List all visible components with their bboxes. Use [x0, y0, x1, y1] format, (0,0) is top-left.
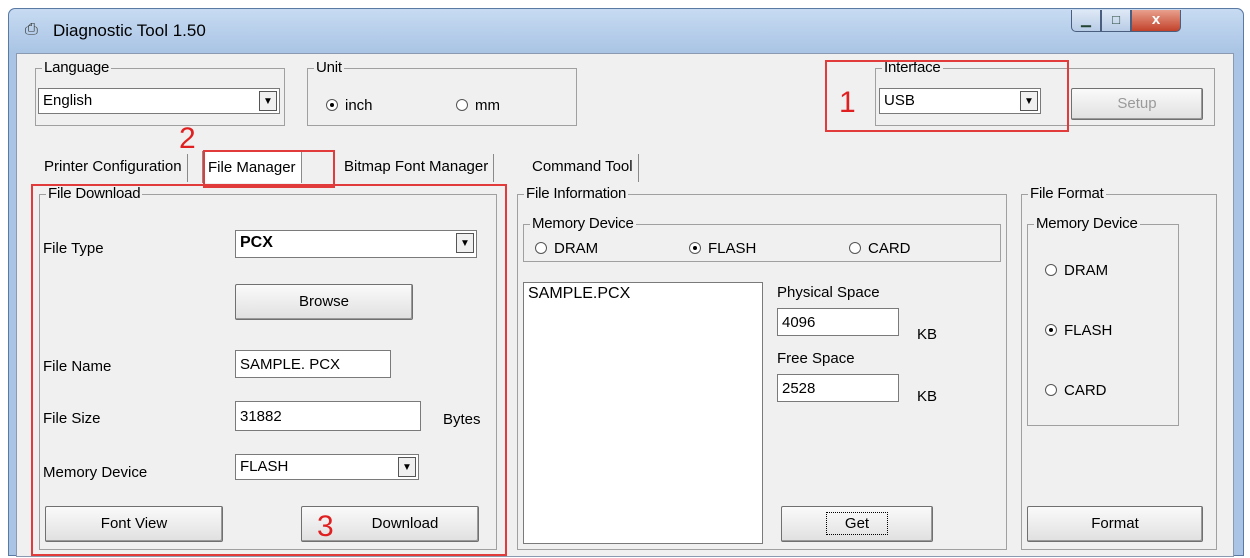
file-format-radio-card[interactable]: CARD: [1045, 382, 1107, 400]
annotation-number-2: 2: [179, 122, 196, 155]
physical-space-input[interactable]: [778, 309, 898, 335]
radio-unselected-icon: [535, 242, 547, 254]
minimize-button[interactable]: ▁: [1071, 10, 1101, 32]
file-info-memory-device-label: Memory Device: [530, 215, 636, 232]
radio-unselected-icon: [849, 242, 861, 254]
file-format-radio-flash[interactable]: FLASH: [1045, 322, 1112, 340]
app-window: ⎙ Diagnostic Tool 1.50 ▁ □ x Language En…: [8, 8, 1244, 557]
tab-bitmap-font-manager[interactable]: Bitmap Font Manager: [339, 154, 495, 182]
annotation-number-3: 3: [317, 510, 334, 543]
unit-label: Unit: [314, 59, 344, 76]
physical-space-kb-label: KB: [917, 326, 938, 343]
language-label: Language: [42, 59, 112, 76]
printer-icon: ⎙: [25, 21, 38, 38]
tab-printer-configuration[interactable]: Printer Configuration: [39, 154, 188, 182]
file-format-option-dram: DRAM: [1064, 262, 1109, 279]
radio-selected-icon: [689, 242, 701, 254]
get-label: Get: [825, 512, 889, 535]
file-format-memory-device-label: Memory Device: [1034, 215, 1140, 232]
annotation-box-file-download: [31, 184, 507, 556]
file-format-label: File Format: [1028, 185, 1106, 202]
radio-unselected-icon: [456, 99, 468, 111]
file-format-option-flash: FLASH: [1064, 322, 1113, 339]
unit-option-mm: mm: [475, 97, 500, 114]
annotation-box-interface: [825, 60, 1069, 132]
close-icon: x: [1151, 11, 1161, 28]
file-info-option-flash: FLASH: [708, 240, 757, 257]
radio-unselected-icon: [1045, 384, 1057, 396]
chevron-down-icon[interactable]: ▼: [259, 91, 277, 111]
language-value: English: [43, 92, 93, 109]
window-title: Diagnostic Tool 1.50: [53, 21, 206, 40]
annotation-box-file-manager-tab: [203, 150, 335, 188]
physical-space-field[interactable]: [777, 308, 899, 336]
format-button[interactable]: Format: [1027, 506, 1203, 542]
maximize-button[interactable]: □: [1101, 10, 1131, 32]
close-button[interactable]: x: [1131, 10, 1181, 32]
file-info-option-card: CARD: [868, 240, 911, 257]
list-item[interactable]: SAMPLE.PCX: [528, 285, 630, 303]
file-format-option-card: CARD: [1064, 382, 1107, 399]
file-information-label: File Information: [524, 185, 629, 202]
setup-button[interactable]: Setup: [1071, 88, 1203, 120]
client-area: Language English ▼ Unit inch mm Interfac…: [16, 53, 1234, 557]
title-bar[interactable]: ⎙ Diagnostic Tool 1.50 ▁ □ x: [9, 9, 1243, 53]
radio-unselected-icon: [1045, 264, 1057, 276]
language-select[interactable]: English ▼: [38, 88, 280, 114]
physical-space-label: Physical Space: [777, 284, 880, 301]
file-info-radio-card[interactable]: CARD: [849, 240, 911, 258]
file-info-radio-flash[interactable]: FLASH: [689, 240, 756, 258]
file-list[interactable]: SAMPLE.PCX: [523, 282, 763, 544]
free-space-label: Free Space: [777, 350, 855, 367]
file-info-option-dram: DRAM: [554, 240, 599, 257]
annotation-number-1: 1: [839, 86, 856, 119]
file-info-radio-dram[interactable]: DRAM: [535, 240, 598, 258]
unit-option-inch: inch: [345, 97, 373, 114]
radio-selected-icon: [1045, 324, 1057, 336]
maximize-icon: □: [1112, 12, 1120, 27]
minimize-icon: ▁: [1081, 12, 1091, 27]
unit-radio-mm[interactable]: mm: [456, 97, 500, 115]
radio-selected-icon: [326, 99, 338, 111]
get-button[interactable]: Get: [781, 506, 933, 542]
free-space-input[interactable]: [778, 375, 898, 401]
free-space-field[interactable]: [777, 374, 899, 402]
file-format-radio-dram[interactable]: DRAM: [1045, 262, 1108, 280]
unit-radio-inch[interactable]: inch: [326, 97, 373, 115]
free-space-kb-label: KB: [917, 388, 938, 405]
tab-command-tool[interactable]: Command Tool: [527, 154, 639, 182]
